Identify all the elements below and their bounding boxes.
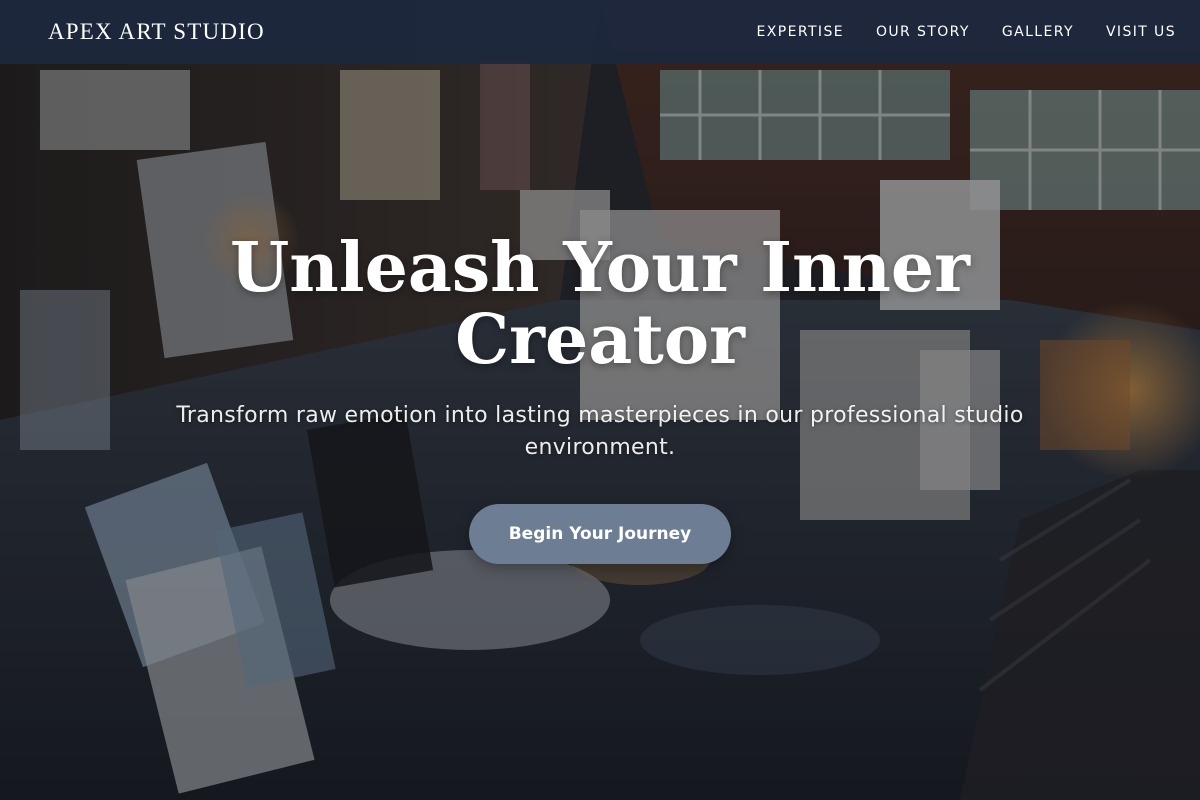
nav-link-visit-us[interactable]: VISIT US bbox=[1106, 24, 1176, 40]
hero-content: Unleash Your Inner Creator Transform raw… bbox=[0, 232, 1200, 564]
nav-link-gallery[interactable]: GALLERY bbox=[1002, 24, 1074, 40]
begin-journey-button[interactable]: Begin Your Journey bbox=[469, 504, 731, 564]
brand-logo[interactable]: APEX ART STUDIO bbox=[48, 19, 265, 45]
nav-links: EXPERTISE OUR STORY GALLERY VISIT US bbox=[725, 24, 1176, 40]
nav-link-expertise[interactable]: EXPERTISE bbox=[757, 24, 844, 40]
nav-link-our-story[interactable]: OUR STORY bbox=[876, 24, 970, 40]
hero-subtitle: Transform raw emotion into lasting maste… bbox=[176, 403, 1024, 460]
hero-title: Unleash Your Inner Creator bbox=[230, 228, 970, 380]
navbar: APEX ART STUDIO EXPERTISE OUR STORY GALL… bbox=[0, 0, 1200, 64]
